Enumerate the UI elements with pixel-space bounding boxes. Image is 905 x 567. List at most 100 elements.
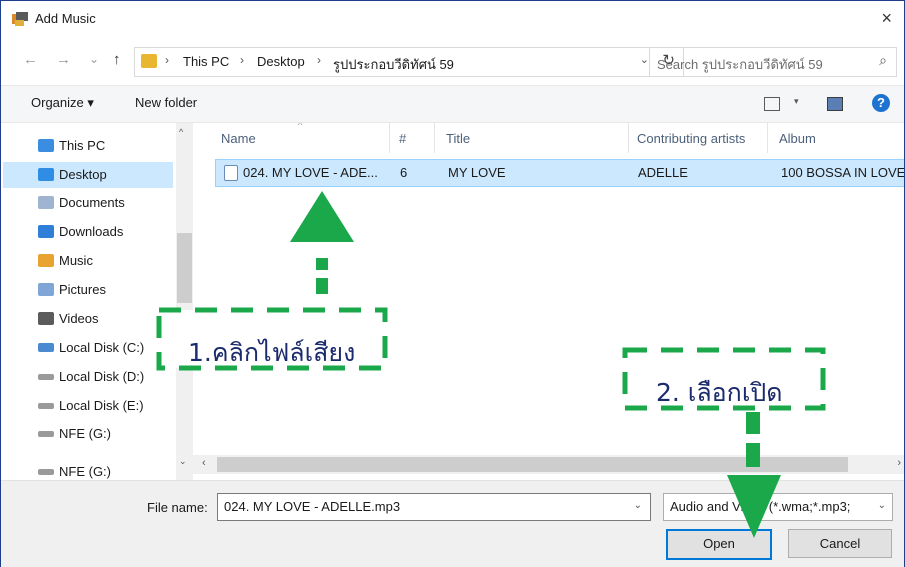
change-view-icon[interactable] — [764, 97, 780, 111]
disk-icon — [38, 403, 54, 409]
scroll-right-icon[interactable]: › — [897, 457, 901, 469]
file-type-select[interactable]: Audio and Video (*.wma;*.mp3; ⌄ — [663, 493, 893, 521]
sidebar-item-desktop[interactable]: Desktop — [3, 162, 173, 188]
cancel-button[interactable]: Cancel — [788, 529, 892, 558]
column-header-number[interactable]: # — [399, 131, 406, 146]
sidebar-item-videos[interactable]: Videos — [3, 306, 173, 332]
sidebar-item-label: Videos — [59, 311, 99, 326]
address-row: ← → ⌄ ↑ › This PC › Desktop › รูปประกอบว… — [1, 45, 904, 79]
step1-annotation-label: 1.คลิกไฟล์เสียง — [188, 338, 356, 367]
breadcrumb-desktop[interactable]: Desktop — [257, 54, 305, 69]
navigation-scrollbar[interactable]: ^ ⌄ — [176, 123, 193, 480]
disk-icon — [38, 431, 54, 437]
horizontal-scrollbar[interactable]: ‹ › — [193, 455, 904, 474]
sidebar-item-music[interactable]: Music — [3, 248, 173, 274]
dialog-footer: File name: 024. MY LOVE - ADELLE.mp3 ⌄ A… — [1, 480, 904, 567]
sidebar-item-nfe-g-2[interactable]: NFE (G:) — [3, 459, 173, 480]
breadcrumb-separator-icon: › — [317, 53, 321, 67]
documents-icon — [38, 196, 54, 209]
scrollbar-thumb[interactable] — [177, 233, 192, 303]
address-bar[interactable]: › This PC › Desktop › รูปประกอบวีดิทัศน์… — [134, 47, 684, 77]
address-dropdown-icon[interactable]: ⌄ — [640, 53, 649, 66]
sidebar-item-label: Local Disk (D:) — [59, 369, 145, 384]
scroll-left-icon[interactable]: ‹ — [202, 457, 206, 469]
window-title: Add Music — [35, 11, 96, 26]
pictures-icon — [38, 283, 54, 296]
track-number-cell: 6 — [400, 165, 408, 180]
computer-icon — [38, 139, 54, 152]
column-header-title[interactable]: Title — [446, 131, 470, 146]
file-name-input[interactable]: 024. MY LOVE - ADELLE.mp3 ⌄ — [217, 493, 651, 521]
sidebar-item-local-disk-d[interactable]: Local Disk (D:) — [3, 364, 173, 390]
disk-icon — [38, 469, 54, 475]
file-name-label: File name: — [147, 500, 208, 515]
scroll-up-icon[interactable]: ^ — [179, 127, 183, 137]
close-icon[interactable]: × — [881, 8, 892, 29]
command-toolbar: Organize ▾ New folder ▾ ? — [1, 85, 904, 123]
downloads-icon — [38, 225, 54, 238]
column-header-contributing-artists[interactable]: Contributing artists — [637, 131, 745, 146]
up-arrow-icon[interactable]: ↑ — [113, 51, 121, 68]
album-cell: 100 BOSSA IN LOVE — [781, 165, 904, 180]
sidebar-item-label: Downloads — [59, 224, 124, 239]
chevron-down-icon[interactable]: ⌄ — [634, 500, 642, 511]
videos-icon — [38, 312, 54, 325]
column-divider[interactable] — [767, 123, 768, 153]
artist-cell: ADELLE — [638, 165, 688, 180]
system-disk-icon — [38, 343, 54, 352]
title-cell: MY LOVE — [448, 165, 506, 180]
sidebar-item-documents[interactable]: Documents — [3, 190, 173, 216]
open-button[interactable]: Open — [666, 529, 772, 560]
sidebar-item-downloads[interactable]: Downloads — [3, 219, 173, 245]
sidebar-item-label: Local Disk (E:) — [59, 398, 144, 413]
audio-file-icon — [224, 165, 238, 181]
desktop-folder-icon — [38, 168, 54, 181]
breadcrumb-separator-icon: › — [165, 53, 169, 67]
sidebar-item-label: NFE (G:) — [59, 426, 111, 441]
help-icon[interactable]: ? — [872, 94, 890, 112]
column-header-name[interactable]: Name — [221, 131, 256, 146]
new-folder-button[interactable]: New folder — [135, 95, 197, 110]
back-arrow-icon[interactable]: ← — [23, 51, 38, 68]
forward-arrow-icon[interactable]: → — [56, 51, 71, 68]
search-icon: ⌕ — [879, 52, 887, 68]
step2-annotation-label: 2. เลือกเปิด — [656, 378, 783, 407]
file-name-value: 024. MY LOVE - ADELLE.mp3 — [224, 499, 401, 514]
breadcrumb-separator-icon: › — [240, 53, 244, 67]
table-row[interactable]: 024. MY LOVE - ADE... 6 MY LOVE ADELLE 1… — [215, 159, 904, 187]
sidebar-item-label: NFE (G:) — [59, 464, 111, 479]
sidebar-item-label: Music — [59, 253, 93, 268]
scrollbar-thumb[interactable] — [217, 457, 848, 472]
sidebar-item-label: Desktop — [59, 167, 107, 182]
sidebar-item-label: Documents — [59, 195, 125, 210]
recent-locations-chevron-icon[interactable]: ⌄ — [89, 52, 99, 66]
sort-ascending-icon: ^ — [298, 123, 303, 130]
view-dropdown-icon[interactable]: ▾ — [794, 96, 799, 107]
search-input[interactable]: Search รูปประกอบวีดิทัศน์ 59 ⌕ — [649, 47, 897, 77]
organize-button[interactable]: Organize ▾ — [31, 95, 94, 111]
sidebar-item-pictures[interactable]: Pictures — [3, 277, 173, 303]
navigation-pane: This PC Desktop Documents Downloads Musi… — [1, 123, 191, 480]
column-divider[interactable] — [628, 123, 629, 153]
file-list: ^ Name # Title Contributing artists Albu… — [193, 123, 904, 455]
sidebar-item-local-disk-c[interactable]: Local Disk (C:) — [3, 335, 173, 361]
column-header-album[interactable]: Album — [779, 131, 816, 146]
column-divider[interactable] — [389, 123, 390, 153]
file-name-cell: 024. MY LOVE - ADE... — [243, 165, 378, 180]
breadcrumb-this-pc[interactable]: This PC — [183, 54, 229, 69]
column-divider[interactable] — [434, 123, 435, 153]
folder-icon — [141, 54, 157, 68]
music-icon — [38, 254, 54, 267]
sidebar-item-local-disk-e[interactable]: Local Disk (E:) — [3, 393, 173, 419]
disk-icon — [38, 374, 54, 380]
scroll-down-icon[interactable]: ⌄ — [179, 456, 187, 467]
media-player-icon — [12, 12, 28, 26]
sidebar-item-this-pc[interactable]: This PC — [3, 133, 173, 159]
breadcrumb-current-folder[interactable]: รูปประกอบวีดิทัศน์ 59 — [333, 54, 454, 75]
sidebar-item-nfe-g[interactable]: NFE (G:) — [3, 421, 173, 447]
sidebar-item-label: This PC — [59, 138, 106, 153]
add-music-dialog: Add Music × ← → ⌄ ↑ › This PC › Desktop … — [0, 0, 905, 567]
preview-pane-icon[interactable] — [827, 97, 843, 111]
search-placeholder: Search รูปประกอบวีดิทัศน์ 59 — [657, 57, 823, 72]
chevron-down-icon[interactable]: ⌄ — [875, 500, 886, 511]
